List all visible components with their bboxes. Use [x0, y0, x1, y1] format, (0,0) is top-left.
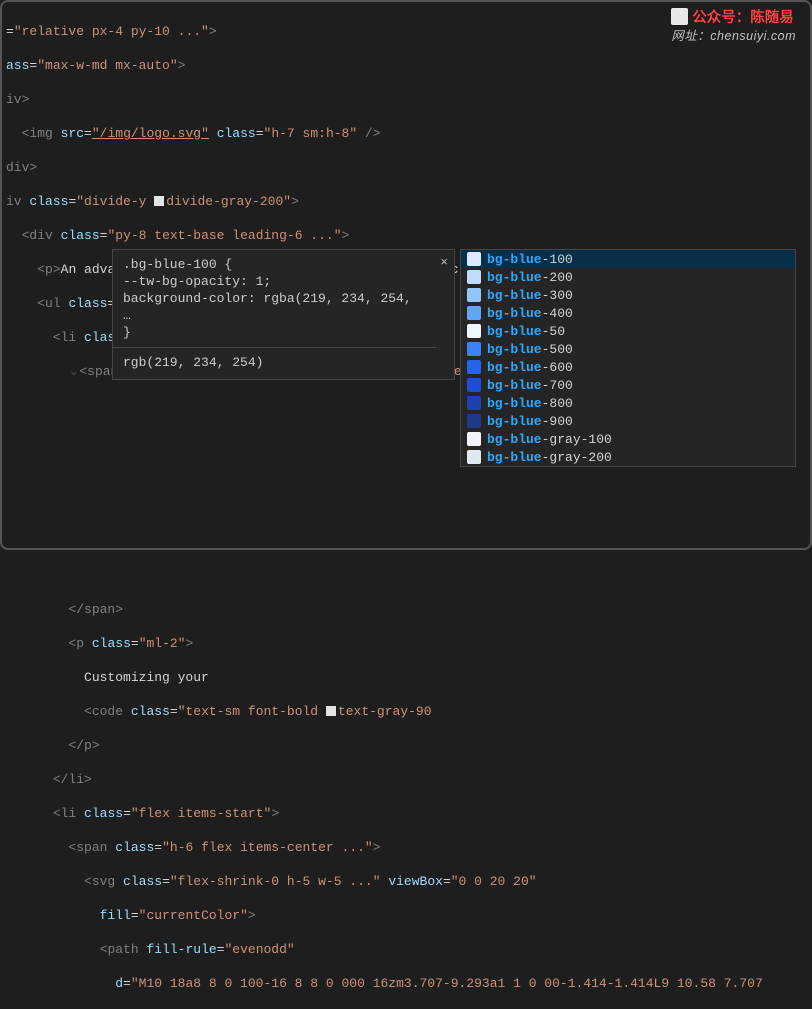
suggestion-item[interactable]: bg-blue-500	[461, 340, 795, 358]
suggestion-item[interactable]: bg-blue-gray-100	[461, 430, 795, 448]
code-editor[interactable]: ="relative px-4 py-10 ..."> ass="max-w-m…	[2, 2, 810, 1009]
color-swatch-icon	[467, 324, 481, 338]
suggestion-item[interactable]: bg-blue-50	[461, 322, 795, 340]
css-selector: .bg-blue-100 {	[123, 256, 426, 273]
suggestion-label: bg-blue-300	[487, 287, 789, 304]
color-swatch-icon	[467, 396, 481, 410]
suggestion-item[interactable]: bg-blue-400	[461, 304, 795, 322]
css-hover-tooltip: × .bg-blue-100 { --tw-bg-opacity: 1; bac…	[112, 249, 455, 380]
color-swatch-icon	[467, 432, 481, 446]
color-swatch-icon	[467, 360, 481, 374]
suggestion-label: bg-blue-400	[487, 305, 789, 322]
suggestion-item[interactable]: bg-blue-200	[461, 268, 795, 286]
suggestion-item[interactable]: bg-blue-800	[461, 394, 795, 412]
suggestion-label: bg-blue-800	[487, 395, 789, 412]
suggestion-label: bg-blue-gray-100	[487, 431, 789, 448]
color-swatch-icon	[467, 450, 481, 464]
suggestion-item[interactable]: bg-blue-100	[461, 250, 795, 268]
suggestion-label: bg-blue-gray-200	[487, 449, 789, 466]
color-swatch-icon	[326, 706, 336, 716]
suggestion-label: bg-blue-900	[487, 413, 789, 430]
suggestion-label: bg-blue-100	[487, 251, 789, 268]
close-icon[interactable]: ×	[440, 254, 448, 271]
suggestion-label: bg-blue-200	[487, 269, 789, 286]
suggestion-item[interactable]: bg-blue-700	[461, 376, 795, 394]
color-swatch-icon	[154, 196, 164, 206]
suggestion-label: bg-blue-600	[487, 359, 789, 376]
suggestion-item[interactable]: bg-blue-600	[461, 358, 795, 376]
color-swatch-icon	[467, 252, 481, 266]
suggestion-item[interactable]: bg-blue-gray-200	[461, 448, 795, 466]
watermark: 公众号：陈随易 网址：chensuiyi.com	[671, 8, 796, 45]
suggestion-item[interactable]: bg-blue-900	[461, 412, 795, 430]
suggestion-label: bg-blue-50	[487, 323, 789, 340]
color-swatch-icon	[467, 414, 481, 428]
suggestion-label: bg-blue-500	[487, 341, 789, 358]
autocomplete-popup[interactable]: bg-blue-100bg-blue-200bg-blue-300bg-blue…	[460, 249, 796, 467]
color-swatch-icon	[467, 378, 481, 392]
suggestion-label: bg-blue-700	[487, 377, 789, 394]
color-swatch-icon	[467, 270, 481, 284]
avatar-icon	[671, 8, 688, 25]
color-swatch-icon	[467, 306, 481, 320]
suggestion-item[interactable]: bg-blue-300	[461, 286, 795, 304]
hover-color-value: rgb(219, 234, 254)	[123, 354, 426, 371]
color-swatch-icon	[467, 288, 481, 302]
color-swatch-icon	[467, 342, 481, 356]
